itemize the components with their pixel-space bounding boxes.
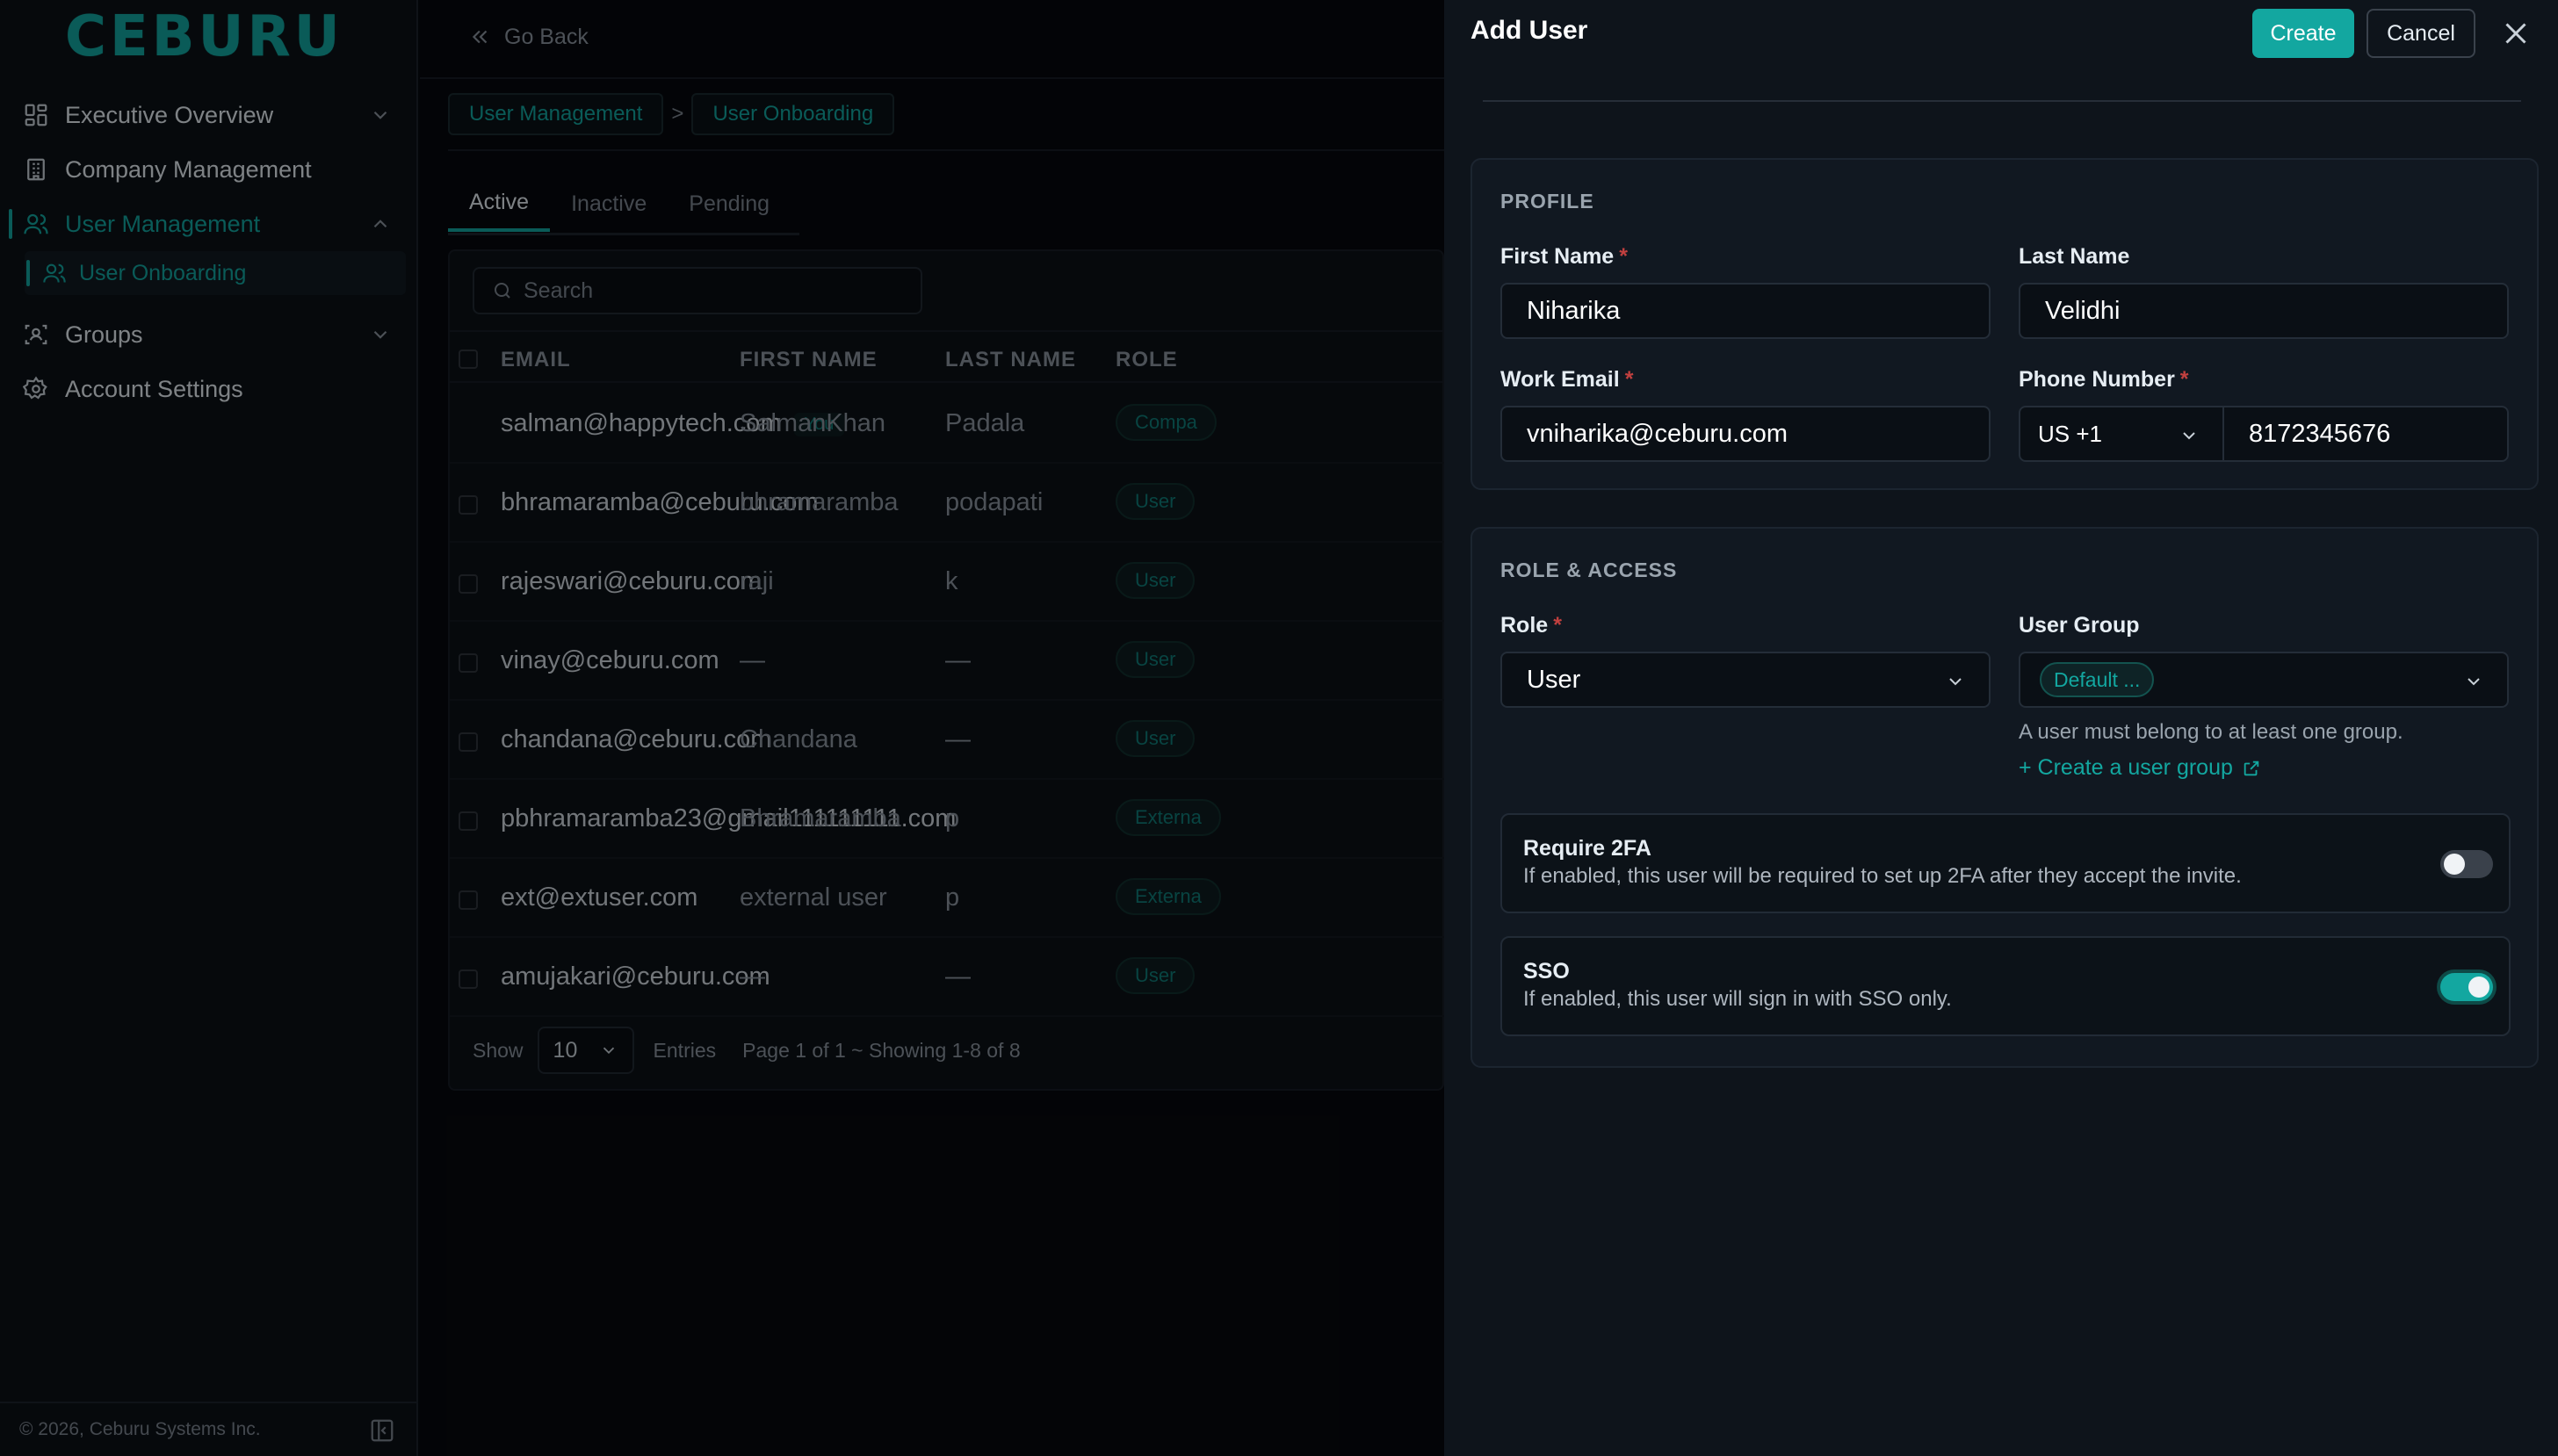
chevron-down-icon [1949, 678, 1962, 686]
toggle-knob [2444, 854, 2465, 875]
create-user-group-link[interactable]: + Create a user group [2019, 755, 2261, 781]
phone-number-field[interactable]: 8172345676 [2222, 406, 2509, 462]
section-title: PROFILE [1500, 190, 1594, 213]
toggle-knob [2468, 977, 2489, 998]
required-mark: * [1619, 244, 1628, 269]
group-tag[interactable]: Default ... [2040, 662, 2155, 697]
phone-number-label: Phone Number * [2019, 367, 2189, 392]
user-group-help: A user must belong to at least one group… [2019, 720, 2403, 744]
external-link-icon [2244, 760, 2259, 775]
require-2fa-description: If enabled, this user will be required t… [1523, 864, 2242, 888]
require-2fa-title: Require 2FA [1523, 836, 1651, 861]
user-group-select[interactable]: Default ... [2019, 652, 2509, 708]
require-2fa-option: Require 2FA If enabled, this user will b… [1500, 813, 2511, 913]
require-2fa-toggle[interactable] [2440, 850, 2493, 878]
role-select[interactable]: User [1500, 652, 1991, 708]
last-name-field[interactable]: Velidhi [2019, 283, 2509, 339]
add-user-drawer: Add User Create Cancel PROFILE First Nam… [1444, 0, 2558, 1456]
sso-toggle[interactable] [2440, 973, 2493, 1001]
role-label: Role * [1500, 613, 1562, 638]
close-icon[interactable] [2500, 18, 2532, 49]
chevron-down-icon [2183, 432, 2195, 440]
first-name-label: First Name * [1500, 244, 1628, 269]
first-name-field[interactable]: Niharika [1500, 283, 1991, 339]
cancel-button[interactable]: Cancel [2367, 9, 2475, 58]
work-email-label: Work Email * [1500, 367, 1634, 392]
sso-option: SSO If enabled, this user will sign in w… [1500, 936, 2511, 1036]
required-mark: * [1624, 367, 1634, 392]
create-button[interactable]: Create [2252, 9, 2354, 58]
work-email-field[interactable]: vniharika@ceburu.com [1500, 406, 1991, 462]
sso-title: SSO [1523, 959, 1570, 984]
last-name-label: Last Name [2019, 244, 2130, 269]
required-mark: * [2179, 367, 2189, 392]
sso-description: If enabled, this user will sign in with … [1523, 987, 1952, 1011]
user-group-label: User Group [2019, 613, 2140, 638]
role-access-section: ROLE & ACCESS Role * User User Group Defa… [1470, 527, 2539, 1068]
chevron-down-icon [2468, 678, 2480, 686]
required-mark: * [1553, 613, 1562, 638]
divider [1483, 100, 2521, 102]
section-title: ROLE & ACCESS [1500, 559, 1678, 581]
country-code-select[interactable]: US +1 [2019, 406, 2224, 462]
profile-section: PROFILE First Name * Niharika Last Name V… [1470, 158, 2539, 490]
modal-backdrop[interactable] [0, 0, 1444, 1456]
drawer-title: Add User [1470, 16, 1588, 45]
